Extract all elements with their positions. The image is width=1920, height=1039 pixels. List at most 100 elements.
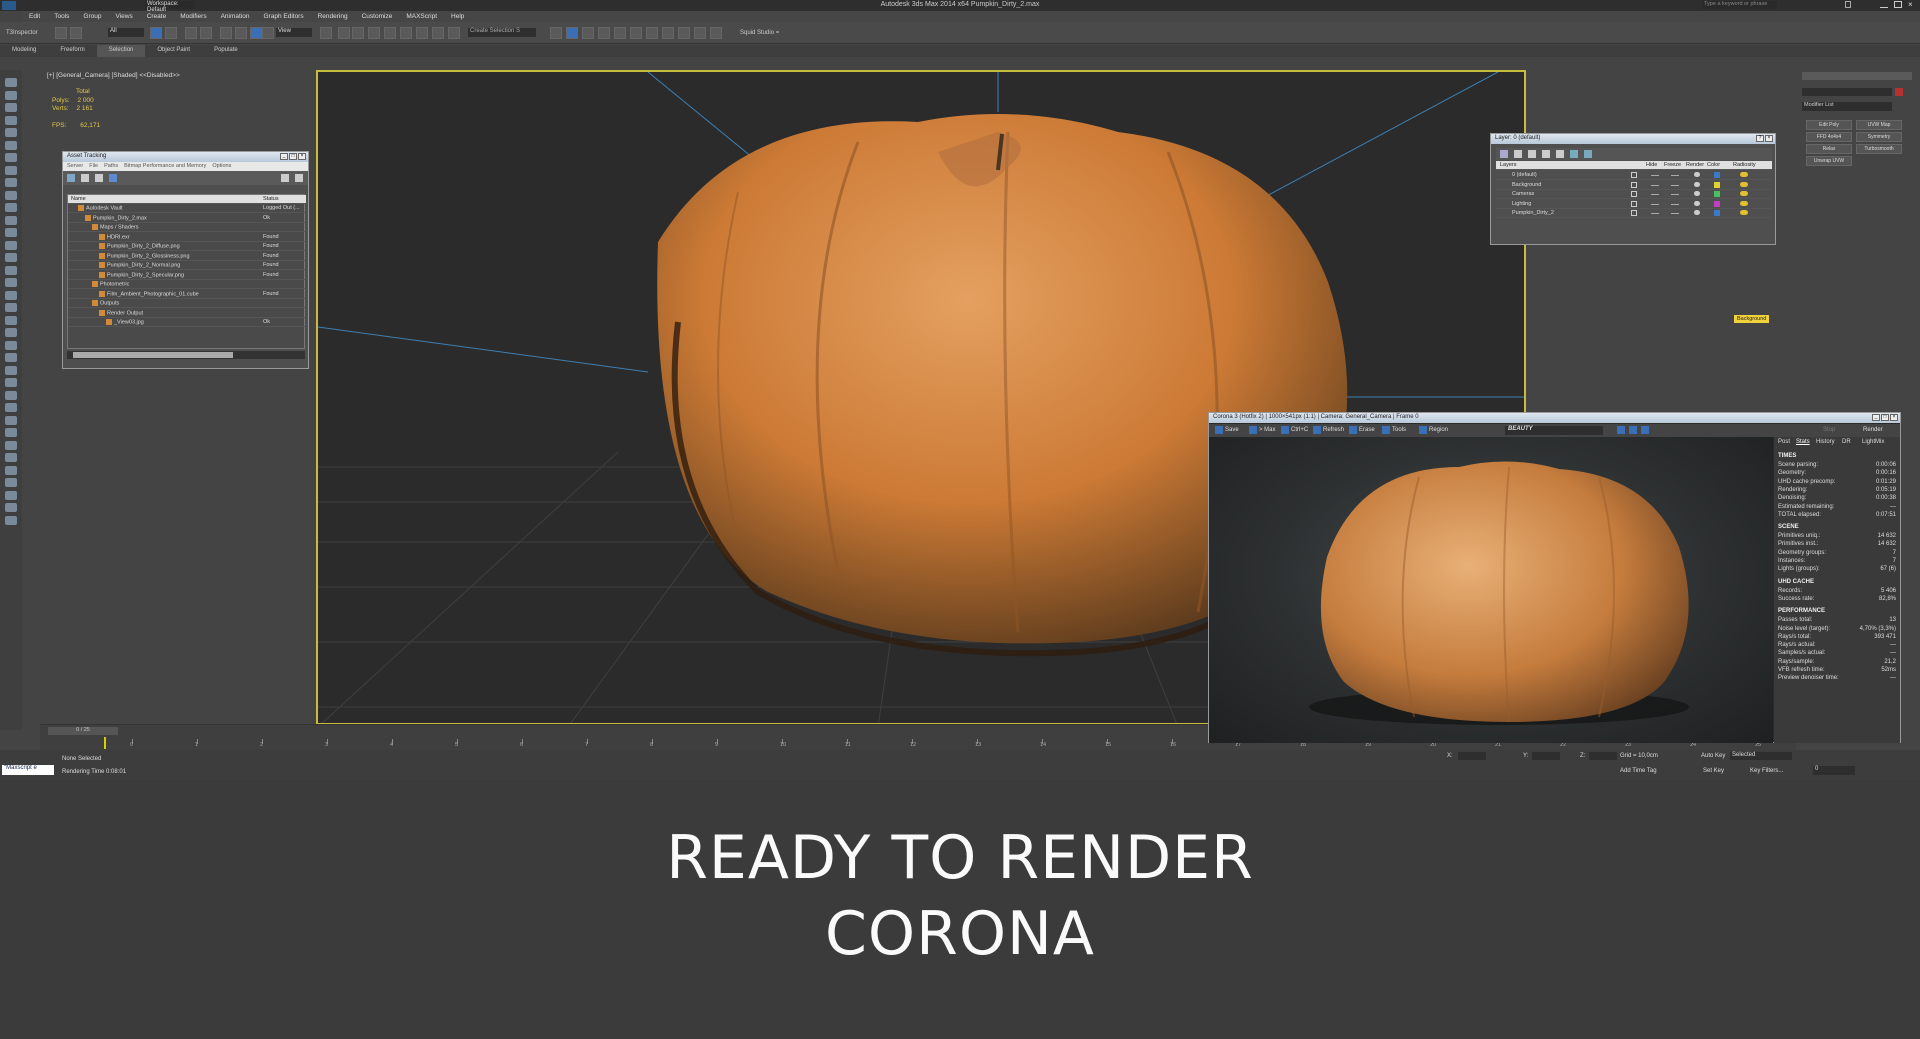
modifier-button-unwrap-uvw[interactable]: Unwrap UVW	[1806, 156, 1852, 166]
scrollbar-thumb[interactable]	[73, 352, 233, 358]
asset-row[interactable]: Pumpkin_Dirty_2_Glossiness.png Found	[68, 252, 306, 261]
asset-row[interactable]: Outputs	[68, 299, 306, 308]
toolbar-tool-icon[interactable]	[400, 27, 412, 39]
object-color-swatch[interactable]	[1895, 88, 1903, 96]
asset-menu-file[interactable]: File	[89, 163, 98, 170]
create-selection-set[interactable]: Create Selection S	[468, 28, 536, 37]
maxscript-listener[interactable]: "Maxscript e	[2, 765, 54, 775]
modifier-button-relax[interactable]: Relax	[1806, 144, 1852, 154]
ribbon-tab-modeling[interactable]: Modeling	[0, 45, 48, 57]
menu-graph-editors[interactable]: Graph Editors	[257, 11, 311, 22]
create-tool-icon[interactable]	[5, 240, 17, 250]
toolbar-tool-icon[interactable]	[416, 27, 428, 39]
toolbar-tool-icon[interactable]	[582, 27, 594, 39]
asset-row[interactable]: Pumpkin_Dirty_2_Specular.png Found	[68, 271, 306, 280]
asset-row[interactable]: Pumpkin_Dirty_2_Diffuse.png Found	[68, 242, 306, 251]
create-tool-icon[interactable]	[5, 265, 17, 275]
help-icon[interactable]: ?	[1756, 135, 1764, 142]
freeze-toggle[interactable]	[1651, 203, 1659, 205]
hide-toggle[interactable]	[1631, 191, 1637, 197]
settings-icon[interactable]	[295, 174, 303, 182]
vfb-refresh-button[interactable]: Refresh	[1323, 427, 1344, 433]
selection-filter-select[interactable]: All	[108, 28, 144, 37]
hide-all-icon[interactable]	[1570, 150, 1578, 158]
corona-vfb-window[interactable]: Corona 3 (Hotfix 2) | 1000×541px (1:1) |…	[1208, 412, 1901, 743]
fit-icon[interactable]	[1641, 426, 1649, 434]
create-tool-icon[interactable]	[5, 190, 17, 200]
close-icon[interactable]: ×	[1890, 414, 1898, 421]
asset-tree-table[interactable]: Name Status Autodesk Vault Logged Out (..…	[67, 194, 306, 349]
object-name-field[interactable]	[1802, 88, 1892, 96]
freeze-toggle-2[interactable]	[1671, 194, 1679, 195]
layer-table[interactable]: Layers Hide Freeze Render Color Radiosity 0 (…	[1491, 161, 1777, 239]
render-teapot-icon[interactable]	[1694, 210, 1700, 215]
create-tool-icon[interactable]	[5, 90, 17, 100]
create-tool-icon[interactable]	[5, 328, 17, 337]
layer-manager-dialog[interactable]: Layer: 0 (default) ? × Layers Hide Freeze Re…	[1490, 133, 1776, 245]
create-tool-icon[interactable]	[5, 303, 17, 312]
reference-coord-select[interactable]: View	[276, 28, 312, 37]
layer-row[interactable]: 0 (default)	[1496, 171, 1772, 180]
highlight-icon[interactable]	[1556, 150, 1564, 158]
ribbon-tab-freeform[interactable]: Freeform	[48, 45, 96, 57]
key-mode-select[interactable]: Selected	[1730, 752, 1792, 760]
create-tool-icon[interactable]	[5, 478, 17, 487]
add-time-tag[interactable]: Add Time Tag	[1620, 768, 1657, 774]
info-icon[interactable]	[1845, 1, 1851, 8]
vfb--max-button[interactable]: > Max	[1259, 427, 1276, 433]
refresh-icon[interactable]	[67, 174, 75, 182]
layer-header-radiosity[interactable]: Radiosity	[1733, 162, 1756, 168]
checkin-icon[interactable]	[81, 174, 89, 182]
menu-animation[interactable]: Animation	[214, 11, 257, 22]
freeze-toggle[interactable]	[1651, 184, 1659, 186]
create-tool-icon[interactable]	[5, 453, 17, 462]
toolbar-tool-icon[interactable]	[165, 27, 177, 39]
hide-toggle[interactable]	[1631, 181, 1637, 188]
menu-views[interactable]: Views	[108, 11, 139, 22]
asset-row[interactable]: Pumpkin_Dirty_2.max Ok	[68, 214, 306, 223]
toolbar-tool-icon[interactable]	[630, 27, 642, 39]
freeze-toggle[interactable]	[1651, 194, 1659, 195]
menu-create[interactable]: Create	[140, 11, 174, 22]
radiosity-teapot-icon[interactable]	[1740, 200, 1748, 206]
freeze-toggle-2[interactable]	[1671, 184, 1679, 186]
toolbar-tool-icon[interactable]	[662, 27, 674, 39]
asset-row[interactable]: Autodesk Vault Logged Out (...	[68, 204, 306, 213]
toolbar-tool-icon[interactable]	[352, 27, 364, 39]
create-tool-icon[interactable]	[5, 253, 17, 262]
zoom-in-icon[interactable]	[1617, 426, 1625, 434]
create-tool-icon[interactable]	[5, 290, 17, 300]
freeze-toggle-2[interactable]	[1671, 213, 1679, 214]
ribbon-tab-object-paint[interactable]: Object Paint	[145, 45, 202, 57]
command-panel-tabs[interactable]	[1802, 72, 1912, 80]
toolbar-tool-icon[interactable]	[550, 27, 562, 39]
freeze-toggle-2[interactable]	[1671, 175, 1679, 176]
radiosity-teapot-icon[interactable]	[1740, 191, 1748, 196]
layer-header-hide[interactable]: Hide	[1646, 162, 1657, 168]
create-tool-icon[interactable]	[5, 115, 17, 125]
render-teapot-icon[interactable]	[1694, 181, 1700, 187]
toolbar-tool-icon[interactable]	[614, 27, 626, 39]
menu-customize[interactable]: Customize	[355, 11, 400, 22]
x-coordinate-field[interactable]	[1458, 752, 1486, 760]
toolbar-tool-icon[interactable]	[220, 27, 232, 39]
vfb-tab-history[interactable]: History	[1816, 439, 1835, 445]
vfb-save-icon[interactable]	[1215, 426, 1223, 434]
set-key-button[interactable]: Set Key	[1703, 768, 1724, 774]
modifier-stack-tools[interactable]	[1802, 245, 1906, 253]
minimize-icon[interactable]: _	[280, 153, 288, 160]
menu-group[interactable]: Group	[76, 11, 108, 22]
asset-tracking-dialog[interactable]: Asset Tracking _ □ × Server File Paths Bitmap…	[62, 151, 309, 369]
render-teapot-icon[interactable]	[1694, 200, 1700, 206]
create-tool-icon[interactable]	[5, 428, 17, 437]
vfb-render-image[interactable]	[1209, 437, 1773, 743]
toolbar-tool-icon[interactable]	[710, 27, 722, 39]
asset-row[interactable]: _View03.jpg Ok	[68, 318, 306, 327]
close-icon[interactable]: ×	[298, 153, 306, 160]
horizontal-scrollbar[interactable]	[67, 351, 305, 359]
zoom-out-icon[interactable]	[1629, 426, 1637, 434]
z-coordinate-field[interactable]	[1589, 752, 1617, 760]
vfb-tools-icon[interactable]	[1382, 426, 1390, 434]
freeze-toggle-2[interactable]	[1671, 203, 1679, 205]
vfb-ctrl-c-button[interactable]: Ctrl+C	[1291, 427, 1308, 433]
